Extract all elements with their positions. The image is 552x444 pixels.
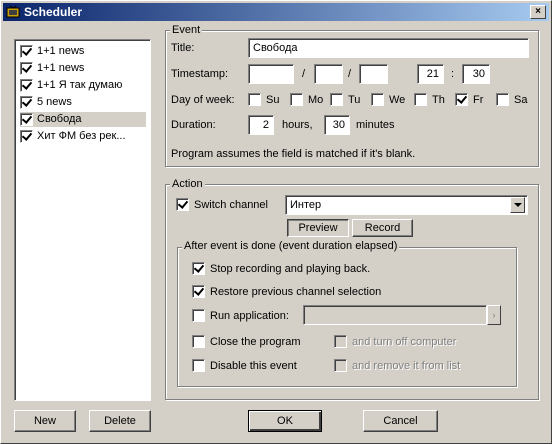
list-item[interactable]: 1+1 news: [20, 44, 146, 59]
switch-channel-checkbox[interactable]: [176, 198, 189, 211]
list-item-label: 1+1 news: [37, 45, 85, 57]
restore-channel-checkbox[interactable]: [192, 285, 205, 298]
duration-minutes-field[interactable]: 30: [324, 115, 350, 135]
day-checkbox-th[interactable]: [414, 93, 427, 106]
action-group-title: Action: [170, 178, 205, 191]
switch-channel-label[interactable]: Switch channel: [194, 198, 268, 212]
run-application-path-field: [303, 305, 487, 325]
day-label-tu[interactable]: Tu: [348, 93, 360, 107]
day-label-th[interactable]: Th: [432, 93, 445, 107]
date-year-field[interactable]: [359, 64, 388, 84]
duration-hours-field[interactable]: 2: [248, 115, 274, 135]
remove-from-list-checkbox: [334, 359, 347, 372]
close-icon[interactable]: ×: [530, 5, 546, 19]
list-item-checkbox[interactable]: [20, 45, 33, 58]
day-label-sa[interactable]: Sa: [514, 93, 527, 107]
day-checkbox-su[interactable]: [248, 93, 261, 106]
list-item[interactable]: 1+1 Я так думаю: [20, 78, 146, 93]
title-label: Title:: [171, 42, 195, 54]
hours-label: hours,: [282, 119, 313, 131]
list-item-checkbox[interactable]: [20, 62, 33, 75]
turn-off-computer-checkbox: [334, 335, 347, 348]
date-month-field[interactable]: [314, 64, 343, 84]
app-icon: [6, 5, 20, 18]
day-label-su[interactable]: Su: [266, 93, 279, 107]
disable-event-label[interactable]: Disable this event: [210, 359, 297, 373]
list-item[interactable]: Свобода: [20, 112, 146, 127]
day-checkbox-we[interactable]: [371, 93, 384, 106]
list-item[interactable]: 1+1 news: [20, 61, 146, 76]
list-item-label: Свобода: [37, 113, 82, 125]
list-item[interactable]: 5 news: [20, 95, 146, 110]
day-checkbox-mo[interactable]: [290, 93, 303, 106]
list-item[interactable]: Хит ФМ без рек...: [20, 129, 146, 144]
title-bar[interactable]: Scheduler ×: [3, 3, 549, 21]
day-label-fr[interactable]: Fr: [473, 93, 483, 107]
list-item-label: 1+1 Я так думаю: [37, 79, 123, 91]
day-label-we[interactable]: We: [389, 93, 405, 107]
stop-recording-label[interactable]: Stop recording and playing back.: [210, 262, 370, 276]
chevron-down-icon[interactable]: [510, 197, 525, 213]
day-checkbox-sa[interactable]: [496, 93, 509, 106]
new-button[interactable]: New: [14, 410, 76, 432]
list-item-checkbox[interactable]: [20, 79, 33, 92]
channel-select[interactable]: Интер: [285, 195, 528, 215]
close-program-checkbox[interactable]: [192, 335, 205, 348]
duration-label: Duration:: [171, 119, 216, 131]
date-separator: /: [302, 68, 306, 80]
disable-event-checkbox[interactable]: [192, 359, 205, 372]
event-group-title: Event: [170, 24, 203, 37]
list-item-label: Хит ФМ без рек...: [37, 130, 126, 142]
window-title: Scheduler: [24, 5, 83, 19]
close-program-label[interactable]: Close the program: [210, 335, 301, 349]
day-label-mo[interactable]: Mo: [308, 93, 323, 107]
blank-field-note: Program assumes the field is matched if …: [171, 148, 416, 160]
cancel-button[interactable]: Cancel: [363, 410, 438, 432]
restore-channel-label[interactable]: Restore previous channel selection: [210, 285, 381, 299]
browse-button: ›: [487, 305, 501, 325]
after-event-group-title: After event is done (event duration elap…: [182, 240, 400, 253]
date-separator: /: [348, 68, 352, 80]
run-application-label[interactable]: Run application:: [210, 309, 289, 323]
run-application-checkbox[interactable]: [192, 309, 205, 322]
day-checkbox-tu[interactable]: [330, 93, 343, 106]
time-minute-field[interactable]: 30: [462, 64, 490, 84]
list-item-checkbox[interactable]: [20, 96, 33, 109]
list-item-checkbox[interactable]: [20, 113, 33, 126]
record-button[interactable]: Record: [352, 219, 413, 237]
day-checkbox-fr[interactable]: [455, 93, 468, 106]
channel-value: Интер: [290, 199, 322, 211]
remove-from-list-label: and remove it from list: [352, 360, 461, 372]
minutes-label: minutes: [356, 119, 395, 131]
turn-off-computer-label: and turn off computer: [352, 336, 457, 348]
schedule-list[interactable]: 1+1 news 1+1 news 1+1 Я так думаю 5 news Сво…: [14, 39, 151, 401]
list-item-checkbox[interactable]: [20, 130, 33, 143]
time-separator: :: [451, 68, 455, 80]
title-field[interactable]: Свобода: [248, 38, 529, 58]
ok-button[interactable]: OK: [248, 410, 322, 432]
dow-label: Day of week:: [171, 94, 235, 106]
date-day-field[interactable]: [248, 64, 294, 84]
preview-button[interactable]: Preview: [287, 219, 349, 237]
time-hour-field[interactable]: 21: [417, 64, 444, 84]
delete-button[interactable]: Delete: [89, 410, 151, 432]
stop-recording-checkbox[interactable]: [192, 262, 205, 275]
timestamp-label: Timestamp:: [171, 68, 229, 80]
list-item-label: 5 news: [37, 96, 72, 108]
list-item-label: 1+1 news: [37, 62, 85, 74]
